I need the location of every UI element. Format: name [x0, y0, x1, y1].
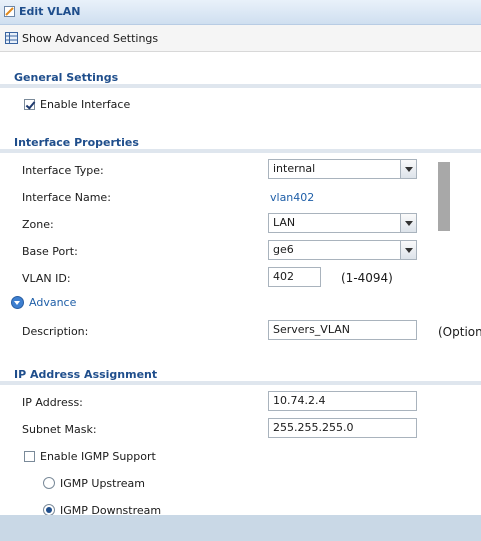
igmp-upstream-label: IGMP Upstream — [60, 477, 145, 490]
advance-toggle-link[interactable]: Advance — [29, 296, 76, 309]
general-settings-title: General Settings — [14, 71, 119, 84]
vlan-id-range-hint: (1-4094) — [341, 271, 393, 285]
interface-properties-title: Interface Properties — [14, 136, 139, 149]
interface-type-value: internal — [268, 159, 417, 179]
interface-type-label: Interface Type: — [22, 164, 104, 177]
footer-bar — [0, 515, 481, 541]
chevron-down-icon — [400, 214, 416, 232]
interface-type-select[interactable]: internal — [268, 159, 417, 179]
window-title: Edit VLAN — [19, 5, 81, 18]
base-port-select[interactable]: ge6 — [268, 240, 417, 260]
zone-label: Zone: — [22, 218, 54, 231]
enable-interface-checkbox[interactable] — [24, 99, 35, 110]
zone-select[interactable]: LAN — [268, 213, 417, 233]
subnet-mask-label: Subnet Mask: — [22, 423, 97, 436]
show-advanced-settings-button[interactable]: Show Advanced Settings — [22, 32, 158, 45]
ip-address-input[interactable]: 10.74.2.4 — [268, 391, 417, 411]
section-divider — [0, 149, 481, 153]
enable-igmp-label: Enable IGMP Support — [40, 450, 156, 463]
chevron-down-icon — [400, 241, 416, 259]
vlan-id-input[interactable]: 402 — [268, 267, 321, 287]
description-optional-hint: (Optiona — [438, 325, 481, 339]
advance-expand-icon[interactable] — [11, 296, 24, 309]
edit-pencil-icon — [4, 6, 15, 17]
interface-name-value: vlan402 — [270, 191, 315, 204]
ip-assignment-title: IP Address Assignment — [14, 368, 158, 381]
description-input[interactable]: Servers_VLAN — [268, 320, 417, 340]
enable-igmp-checkbox[interactable] — [24, 451, 35, 462]
section-divider — [0, 381, 481, 385]
zone-value: LAN — [268, 213, 417, 233]
base-port-label: Base Port: — [22, 245, 78, 258]
subnet-mask-input[interactable]: 255.255.255.0 — [268, 418, 417, 438]
enable-interface-label: Enable Interface — [40, 98, 131, 111]
vlan-id-label: VLAN ID: — [22, 272, 71, 285]
interface-name-label: Interface Name: — [22, 191, 111, 204]
section-divider — [0, 84, 481, 88]
igmp-upstream-radio[interactable] — [43, 477, 55, 489]
table-settings-icon[interactable] — [5, 32, 18, 44]
chevron-down-icon — [400, 160, 416, 178]
description-label: Description: — [22, 325, 89, 338]
ip-address-label: IP Address: — [22, 396, 83, 409]
scrollbar-thumb[interactable] — [438, 162, 450, 231]
base-port-value: ge6 — [268, 240, 417, 260]
